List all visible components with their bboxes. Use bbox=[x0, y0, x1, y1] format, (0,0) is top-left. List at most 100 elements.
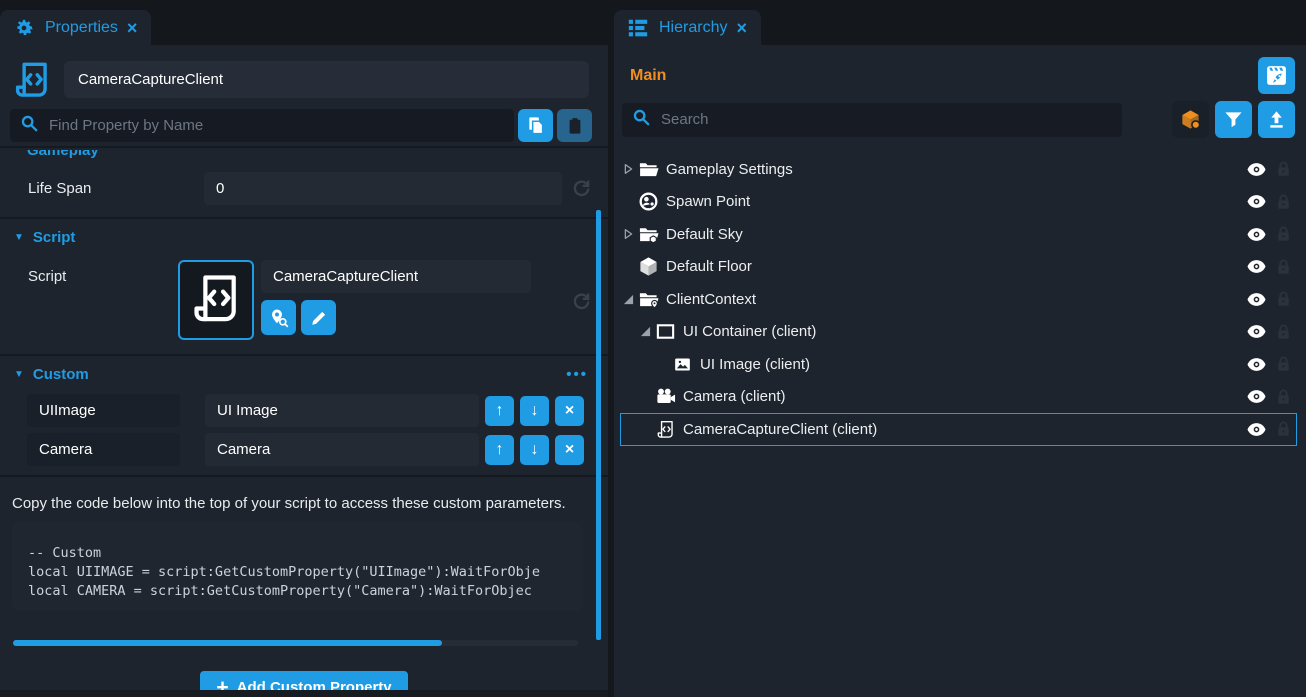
move-up-button[interactable]: ↑ bbox=[485, 435, 514, 465]
script-asset-thumbnail[interactable] bbox=[178, 260, 254, 340]
tree-node-label: Gameplay Settings bbox=[666, 161, 1243, 178]
tree-node-label: Camera (client) bbox=[683, 388, 1243, 405]
expand-arrow-icon[interactable] bbox=[620, 163, 637, 175]
app-root: Properties × Gameplay Life Span bbox=[0, 0, 1306, 697]
tab-properties-close-icon[interactable]: × bbox=[127, 19, 138, 37]
properties-panel: Properties × Gameplay Life Span bbox=[0, 0, 608, 697]
tree-node-label: ClientContext bbox=[666, 291, 1243, 308]
folder-icon bbox=[637, 158, 659, 180]
expand-arrow-icon[interactable] bbox=[620, 228, 637, 240]
templates-button[interactable] bbox=[1172, 101, 1209, 138]
hierarchy-search-row bbox=[614, 94, 1306, 138]
visibility-eye-icon[interactable] bbox=[1243, 423, 1270, 436]
move-down-button[interactable]: ↓ bbox=[520, 396, 549, 426]
tree-row[interactable]: Gameplay Settings bbox=[620, 153, 1297, 186]
custom-property-value[interactable]: UI Image bbox=[205, 394, 479, 427]
expand-arrow-icon[interactable] bbox=[620, 294, 637, 305]
custom-code-snippet[interactable]: -- Custom local UIIMAGE = script:GetCust… bbox=[12, 522, 582, 611]
lock-icon[interactable] bbox=[1270, 324, 1297, 340]
tree-row[interactable]: CameraCaptureClient (client) bbox=[620, 413, 1297, 446]
find-property-input[interactable] bbox=[47, 116, 504, 135]
lock-icon[interactable] bbox=[1270, 356, 1297, 372]
life-span-input[interactable] bbox=[204, 172, 562, 205]
lock-icon[interactable] bbox=[1270, 226, 1297, 242]
lock-icon[interactable] bbox=[1270, 161, 1297, 177]
script-type-icon bbox=[13, 58, 51, 100]
horizontal-scrollbar-thumb[interactable] bbox=[13, 640, 442, 646]
custom-property-row: UIImage UI Image ↑ ↓ × bbox=[0, 391, 608, 430]
visibility-eye-icon[interactable] bbox=[1243, 358, 1270, 371]
find-property-field[interactable] bbox=[10, 109, 514, 142]
tab-hierarchy[interactable]: Hierarchy × bbox=[614, 10, 761, 45]
object-header bbox=[0, 45, 608, 106]
divider bbox=[0, 146, 608, 148]
tree-row[interactable]: Spawn Point bbox=[620, 186, 1297, 219]
visibility-eye-icon[interactable] bbox=[1243, 325, 1270, 338]
hierarchy-header: Main bbox=[614, 45, 1306, 94]
hierarchy-tabbar: Hierarchy × bbox=[614, 0, 1306, 45]
tree-row[interactable]: UI Container (client) bbox=[620, 316, 1297, 349]
lock-icon[interactable] bbox=[1270, 389, 1297, 405]
edit-script-button[interactable] bbox=[301, 300, 336, 335]
copy-properties-button[interactable] bbox=[518, 109, 553, 142]
lock-icon[interactable] bbox=[1270, 291, 1297, 307]
expand-arrow-icon[interactable] bbox=[637, 326, 654, 337]
collapse-triangle-icon[interactable]: ▼ bbox=[14, 232, 24, 243]
delete-property-button[interactable]: × bbox=[555, 396, 584, 426]
search-icon bbox=[20, 114, 38, 137]
reset-icon[interactable] bbox=[570, 178, 592, 200]
script-section-label: Script bbox=[33, 229, 76, 246]
script-section-header[interactable]: ▼ Script bbox=[0, 219, 608, 254]
custom-property-name: UIImage bbox=[27, 394, 180, 427]
paste-properties-button[interactable] bbox=[557, 109, 592, 142]
script-label: Script bbox=[28, 268, 178, 285]
custom-property-name: Camera bbox=[27, 433, 180, 466]
collapse-triangle-icon[interactable]: ▼ bbox=[14, 369, 24, 380]
lock-icon[interactable] bbox=[1270, 259, 1297, 275]
move-down-button[interactable]: ↓ bbox=[520, 435, 549, 465]
visibility-eye-icon[interactable] bbox=[1243, 228, 1270, 241]
gear-icon bbox=[12, 16, 36, 40]
tab-hierarchy-close-icon[interactable]: × bbox=[736, 19, 747, 37]
hierarchy-panel: Hierarchy × Main Gameplay Settings bbox=[614, 0, 1306, 697]
lock-icon[interactable] bbox=[1270, 194, 1297, 210]
custom-menu-icon[interactable]: ••• bbox=[566, 366, 588, 383]
find-asset-button[interactable] bbox=[261, 300, 296, 335]
object-name-input[interactable] bbox=[64, 61, 589, 98]
tree-row[interactable]: Default Sky bbox=[620, 218, 1297, 251]
tab-hierarchy-label: Hierarchy bbox=[659, 19, 727, 37]
script-small-icon bbox=[654, 418, 676, 440]
visibility-eye-icon[interactable] bbox=[1243, 195, 1270, 208]
horizontal-scrollbar[interactable] bbox=[13, 640, 578, 646]
life-span-label: Life Span bbox=[28, 180, 204, 197]
folder-cube-icon bbox=[637, 223, 659, 245]
lock-icon[interactable] bbox=[1270, 421, 1297, 437]
hierarchy-search-field[interactable] bbox=[622, 103, 1122, 137]
visibility-eye-icon[interactable] bbox=[1243, 163, 1270, 176]
custom-section-header[interactable]: ▼ Custom ••• bbox=[0, 356, 608, 391]
visibility-eye-icon[interactable] bbox=[1243, 293, 1270, 306]
tree-node-label: CameraCaptureClient (client) bbox=[683, 421, 1243, 438]
tree-row[interactable]: ClientContext bbox=[620, 283, 1297, 316]
reset-icon[interactable] bbox=[570, 290, 592, 312]
hierarchy-search-input[interactable] bbox=[659, 110, 1112, 129]
publish-upload-button[interactable] bbox=[1258, 101, 1295, 138]
tree-row[interactable]: Camera (client) bbox=[620, 381, 1297, 414]
custom-property-row: Camera Camera ↑ ↓ × bbox=[0, 430, 608, 469]
tree-node-label: Spawn Point bbox=[666, 193, 1243, 210]
move-up-button[interactable]: ↑ bbox=[485, 396, 514, 426]
visibility-eye-icon[interactable] bbox=[1243, 390, 1270, 403]
tree-row[interactable]: UI Image (client) bbox=[620, 348, 1297, 381]
tab-properties-label: Properties bbox=[45, 19, 118, 37]
visibility-eye-icon[interactable] bbox=[1243, 260, 1270, 273]
tab-properties[interactable]: Properties × bbox=[0, 10, 151, 45]
property-search-row bbox=[0, 106, 608, 142]
tree-row[interactable]: Default Floor bbox=[620, 251, 1297, 284]
scene-name-label: Main bbox=[630, 67, 1258, 85]
custom-property-value[interactable]: Camera bbox=[205, 433, 479, 466]
scene-launch-button[interactable] bbox=[1258, 57, 1295, 94]
delete-property-button[interactable]: × bbox=[555, 435, 584, 465]
search-icon bbox=[632, 108, 650, 131]
filter-button[interactable] bbox=[1215, 101, 1252, 138]
vertical-scrollbar[interactable] bbox=[596, 210, 601, 640]
